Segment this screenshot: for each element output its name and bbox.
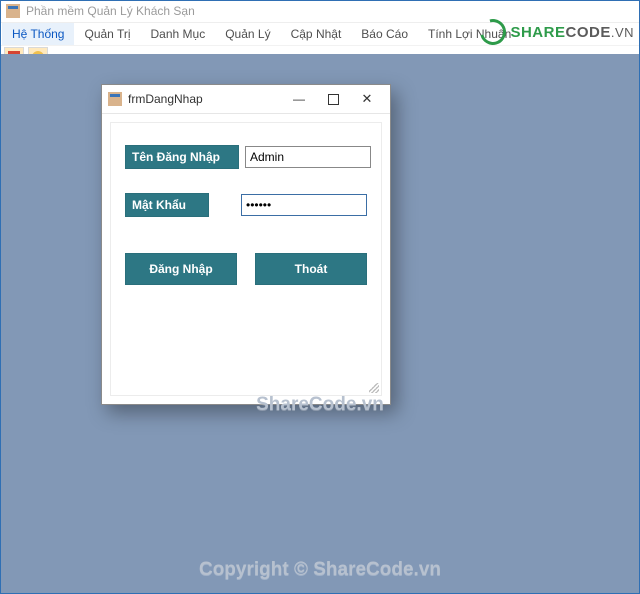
sharecode-logo: SHARECODE.VN: [480, 20, 634, 44]
mdi-client-area: frmDangNhap — ✕ Tên Đăng Nhập: [1, 54, 639, 593]
minimize-button[interactable]: —: [282, 88, 316, 110]
menu-cap-nhat[interactable]: Cập Nhật: [281, 23, 352, 45]
exit-button[interactable]: Thoát: [255, 253, 367, 285]
watermark-center: ShareCode.vn: [1, 394, 639, 416]
login-button[interactable]: Đăng Nhập: [125, 253, 237, 285]
logo-vn: .VN: [611, 25, 634, 40]
login-dialog-title: frmDangNhap: [128, 92, 282, 106]
login-dialog: frmDangNhap — ✕ Tên Đăng Nhập: [101, 84, 391, 405]
menu-quan-tri[interactable]: Quản Trị: [74, 23, 140, 45]
form-icon: [108, 92, 122, 106]
minimize-icon: —: [293, 92, 305, 106]
main-window-title: Phần mềm Quản Lý Khách Sạn: [26, 0, 195, 22]
resize-grip-icon[interactable]: [369, 383, 379, 393]
maximize-icon: [328, 94, 339, 105]
menu-danh-muc[interactable]: Danh Mục: [141, 23, 216, 45]
watermark-bottom: Copyright © ShareCode.vn: [1, 559, 639, 581]
username-input[interactable]: [245, 146, 371, 168]
username-label: Tên Đăng Nhập: [125, 145, 239, 169]
logo-code: CODE: [565, 24, 610, 41]
close-icon: ✕: [362, 91, 373, 107]
menu-he-thong[interactable]: Hệ Thống: [2, 23, 74, 45]
maximize-button[interactable]: [316, 88, 350, 110]
menu-bao-cao[interactable]: Báo Cáo: [351, 23, 418, 45]
close-button[interactable]: ✕: [350, 88, 384, 110]
app-icon: [6, 4, 20, 18]
password-label: Mật Khẩu: [125, 193, 209, 217]
login-dialog-titlebar[interactable]: frmDangNhap — ✕: [102, 85, 390, 114]
logo-share: SHARE: [510, 24, 565, 41]
password-input[interactable]: [241, 194, 367, 216]
menu-quan-ly[interactable]: Quản Lý: [215, 23, 280, 45]
